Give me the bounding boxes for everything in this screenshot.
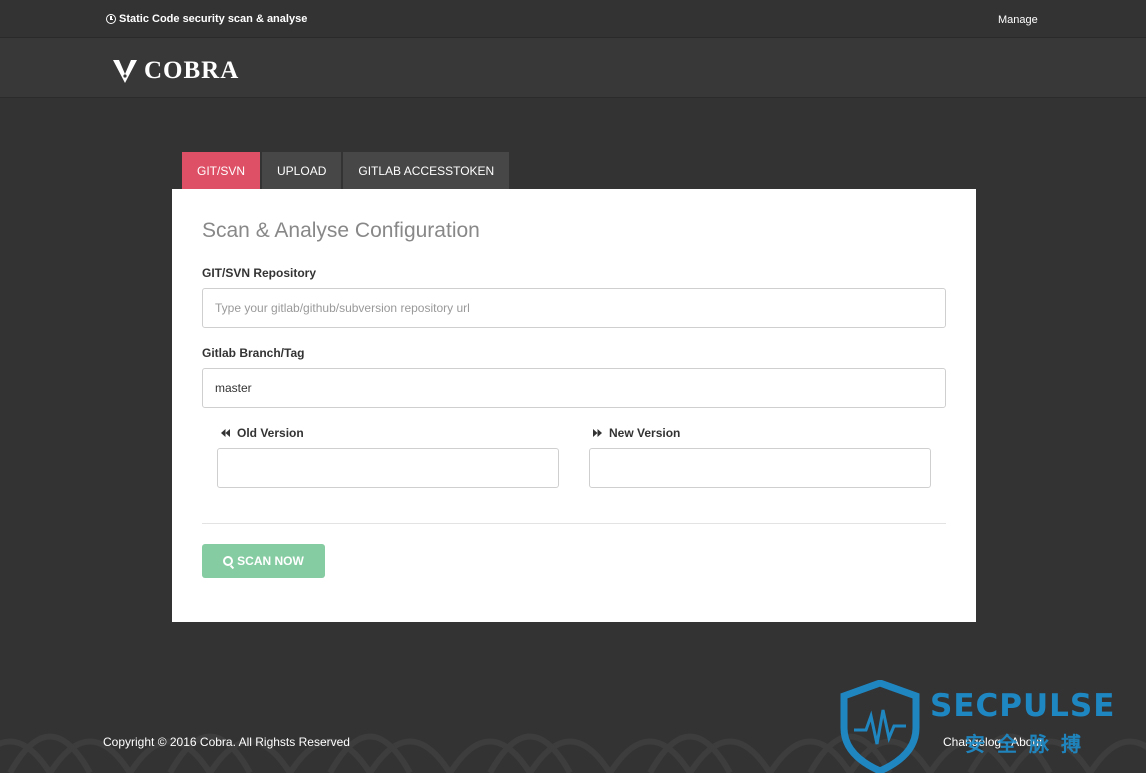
tagline-text: Static Code security scan & analyse xyxy=(119,13,308,25)
panel-title: Scan & Analyse Configuration xyxy=(202,219,480,242)
branch-label-text: Gitlab Branch/Tag xyxy=(202,346,305,360)
site-tagline: Static Code security scan & analyse xyxy=(106,13,307,25)
top-bar: Static Code security scan & analyse Mana… xyxy=(0,0,1146,38)
tab-gitlab-accesstoken[interactable]: GITLAB ACCESSTOKEN xyxy=(343,152,510,189)
copyright-text: Copyright © 2016 Cobra. All Righsts Rese… xyxy=(103,735,350,749)
repo-url-input[interactable] xyxy=(202,288,946,328)
old-version-label-text: Old Version xyxy=(237,426,304,440)
search-icon xyxy=(223,556,234,566)
cobra-emblem-icon xyxy=(113,60,137,83)
tab-git-svn[interactable]: GIT/SVN xyxy=(182,152,261,189)
watermark-text: SECPULSE xyxy=(930,688,1116,724)
cobra-logo[interactable]: COBRA xyxy=(112,58,239,84)
scan-now-button[interactable]: SCAN NOW xyxy=(202,544,325,578)
new-version-label: New Version xyxy=(593,426,680,440)
old-version-label: Old Version xyxy=(221,426,304,440)
header: COBRA xyxy=(0,38,1146,98)
logo-text: COBRA xyxy=(144,57,240,84)
form-divider xyxy=(202,523,946,524)
forward-icon xyxy=(593,429,602,437)
branch-input[interactable] xyxy=(202,368,946,408)
scan-source-tabs: GIT/SVN UPLOAD GITLAB ACCESSTOKEN xyxy=(182,152,510,189)
repo-label: GIT/SVN Repository xyxy=(202,266,316,280)
old-version-input[interactable] xyxy=(217,448,559,488)
manage-link[interactable]: Manage xyxy=(998,14,1038,26)
scan-now-label: SCAN NOW xyxy=(237,554,304,568)
new-version-input[interactable] xyxy=(589,448,931,488)
scan-config-panel: Scan & Analyse Configuration GIT/SVN Rep… xyxy=(172,189,976,622)
new-version-label-text: New Version xyxy=(609,426,681,440)
backward-icon xyxy=(221,429,230,437)
branch-label: Gitlab Branch/Tag xyxy=(202,346,304,360)
watermark-subtext: 安全脉搏 xyxy=(965,732,1093,756)
shield-icon xyxy=(840,680,920,773)
clock-icon xyxy=(106,14,116,24)
tab-upload[interactable]: UPLOAD xyxy=(262,152,342,189)
secpulse-watermark: SECPULSE 安全脉搏 xyxy=(840,680,1146,773)
repo-label-text: GIT/SVN Repository xyxy=(202,266,317,280)
